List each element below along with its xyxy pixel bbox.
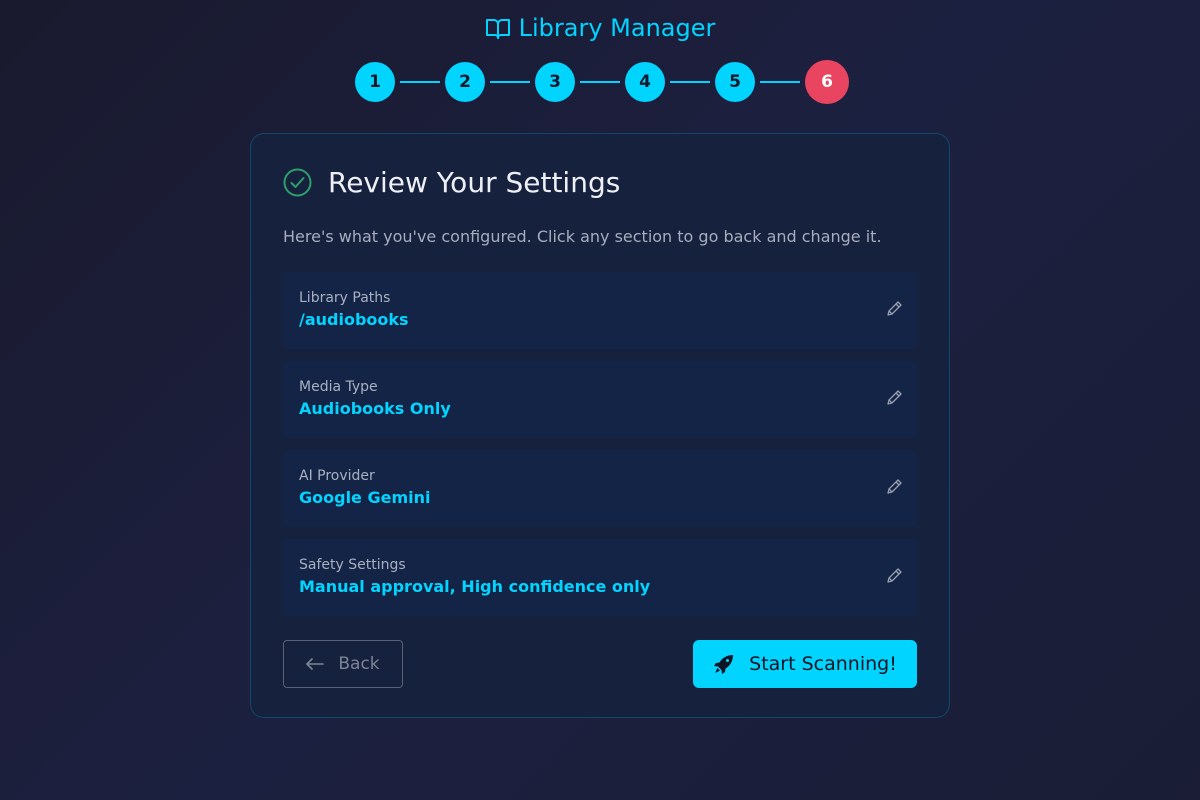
step-2[interactable]: 2 xyxy=(445,62,485,102)
setting-media-type[interactable]: Media Type Audiobooks Only xyxy=(283,361,917,438)
step-5[interactable]: 5 xyxy=(715,62,755,102)
step-3[interactable]: 3 xyxy=(535,62,575,102)
actions: Back Start Scanning! xyxy=(283,640,917,688)
app-header: Library Manager xyxy=(0,14,1200,42)
step-connector xyxy=(760,81,800,83)
stepper: 1 2 3 4 5 6 xyxy=(355,60,849,104)
setting-value: /audiobooks xyxy=(299,310,409,329)
review-card: Review Your Settings Here's what you've … xyxy=(250,133,950,718)
step-connector xyxy=(490,81,530,83)
setting-value: Google Gemini xyxy=(299,488,431,507)
app-title: Library Manager xyxy=(518,14,716,42)
setting-label: Media Type xyxy=(299,379,378,395)
setting-ai-provider[interactable]: AI Provider Google Gemini xyxy=(283,450,917,527)
setting-label: Library Paths xyxy=(299,290,391,306)
book-open-icon xyxy=(485,16,511,40)
step-4[interactable]: 4 xyxy=(625,62,665,102)
step-6-active: 6 xyxy=(805,60,849,104)
setting-value: Audiobooks Only xyxy=(299,399,451,418)
pencil-icon[interactable] xyxy=(885,300,903,318)
setting-value: Manual approval, High confidence only xyxy=(299,577,651,596)
check-circle-icon xyxy=(283,168,312,197)
card-subtitle: Here's what you've configured. Click any… xyxy=(283,227,882,246)
settings-list: Library Paths /audiobooks Media Type Aud… xyxy=(283,272,917,616)
rocket-icon xyxy=(713,653,735,675)
start-scanning-button[interactable]: Start Scanning! xyxy=(693,640,917,688)
pencil-icon[interactable] xyxy=(885,567,903,585)
step-1[interactable]: 1 xyxy=(355,62,395,102)
setting-safety[interactable]: Safety Settings Manual approval, High co… xyxy=(283,539,917,616)
step-connector xyxy=(400,81,440,83)
pencil-icon[interactable] xyxy=(885,389,903,407)
setting-label: Safety Settings xyxy=(299,557,406,573)
arrow-left-icon xyxy=(306,657,325,671)
pencil-icon[interactable] xyxy=(885,478,903,496)
back-button[interactable]: Back xyxy=(283,640,403,688)
setting-library-paths[interactable]: Library Paths /audiobooks xyxy=(283,272,917,349)
start-scanning-label: Start Scanning! xyxy=(749,653,897,675)
step-connector xyxy=(580,81,620,83)
step-connector xyxy=(670,81,710,83)
setting-label: AI Provider xyxy=(299,468,375,484)
card-title: Review Your Settings xyxy=(328,166,621,199)
card-header: Review Your Settings xyxy=(283,166,917,199)
back-label: Back xyxy=(338,654,380,674)
